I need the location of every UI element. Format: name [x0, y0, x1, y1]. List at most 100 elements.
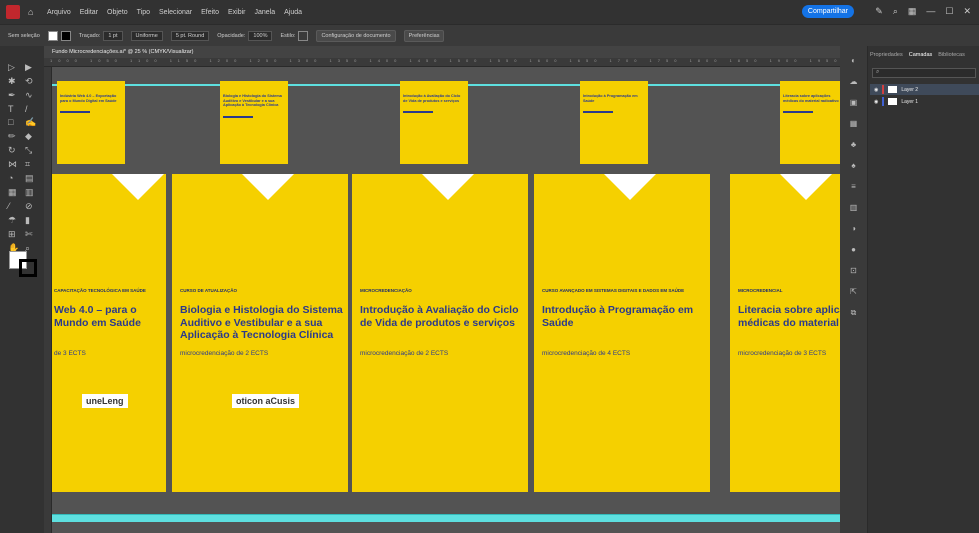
perspective-icon[interactable]: ▤	[25, 173, 37, 184]
menu-ajuda[interactable]: Ajuda	[284, 9, 302, 16]
partner-logo: oticon aCusis	[232, 394, 300, 408]
blend-icon[interactable]: ⊘	[25, 201, 37, 212]
visibility-icon[interactable]: ◉	[874, 87, 878, 93]
free-transform-icon[interactable]: ⌗	[25, 159, 37, 170]
poster-artboard[interactable]: MICROCREDENCIAL Literacia sobre aplicaçõ…	[730, 174, 840, 492]
stroke-color-icon[interactable]	[19, 259, 37, 277]
eraser-icon[interactable]: ◆	[25, 131, 37, 142]
small-artboard[interactable]: Literacia sobre aplicações médicas do ma…	[780, 81, 840, 164]
layer-color-bar	[882, 97, 885, 106]
stroke-swatch[interactable]	[60, 30, 71, 41]
rectangle-tool-icon[interactable]: □	[8, 117, 20, 128]
gradient-icon[interactable]: ▥	[25, 187, 37, 198]
poster-artboard[interactable]: CURSO AVANÇADO EM SISTEMAS DIGITAIS E DA…	[534, 174, 710, 492]
graph-icon[interactable]: ▮	[25, 215, 37, 226]
layer-row[interactable]: ◉ Layer 2	[870, 84, 979, 95]
brush-definition[interactable]: 5 pt. Round	[170, 30, 210, 41]
layer-row[interactable]: ◉ Layer 1	[870, 96, 979, 107]
paintbrush-icon[interactable]: ✍	[25, 117, 37, 128]
poster-category: CURSO AVANÇADO EM SISTEMAS DIGITAIS E DA…	[542, 288, 685, 293]
menu-exibir[interactable]: Exibir	[228, 9, 246, 16]
menu-objeto[interactable]: Objeto	[107, 9, 128, 16]
maximize-icon[interactable]: ☐	[945, 6, 953, 17]
color-icon[interactable]: ▣	[850, 98, 858, 107]
links-icon[interactable]: ⧉	[851, 308, 857, 318]
gradient-panel-icon[interactable]: ▥	[850, 203, 858, 212]
width-tool-icon[interactable]: ⋈	[8, 159, 20, 170]
share-button[interactable]: Compartilhar	[801, 5, 854, 18]
artboard-icon[interactable]: ⊞	[8, 229, 20, 240]
workspace-icon[interactable]: ▦	[908, 6, 917, 17]
rotate-icon[interactable]: ↻	[8, 145, 20, 156]
stroke-weight-field[interactable]: 1 pt	[103, 30, 123, 41]
close-icon[interactable]: ✕	[963, 6, 971, 17]
decor-triangle	[422, 174, 474, 200]
symbol-sprayer-icon[interactable]: ☂	[8, 215, 20, 226]
small-artboard[interactable]: Biologia e Histologia do Sistema Auditiv…	[220, 81, 288, 164]
mesh-icon[interactable]: ▦	[8, 187, 20, 198]
tab-layers[interactable]: Camadas	[909, 52, 933, 58]
swatches-icon[interactable]: ▦	[850, 119, 858, 128]
menu-editar[interactable]: Editar	[80, 9, 98, 16]
small-artboard[interactable]: Indústria Web 4.0 – Exportação para o Mu…	[57, 81, 125, 164]
poster-artboard[interactable]: CAPACITAÇÃO TECNOLÓGICA EM SAÚDE Web 4.0…	[52, 174, 166, 492]
fill-swatch[interactable]	[47, 30, 58, 41]
opacity-label: Opacidade:	[217, 32, 246, 39]
canvas[interactable]: Fundo Microcredenciações.ai* @ 25 % (CMY…	[44, 46, 840, 533]
layer-name[interactable]: Layer 1	[901, 99, 918, 105]
partner-logo: uneLeng	[82, 394, 128, 408]
scale-icon[interactable]: ⤡	[25, 145, 37, 156]
slice-icon[interactable]: ✄	[25, 229, 37, 240]
artboards-icon[interactable]: ⊡	[850, 266, 857, 275]
small-artboard[interactable]: Introdução à Avaliação do Ciclo de Vida …	[400, 81, 468, 164]
menu-selecionar[interactable]: Selecionar	[159, 9, 192, 16]
menu-janela[interactable]: Janela	[255, 9, 276, 16]
layer-name[interactable]: Layer 2	[901, 87, 918, 93]
decor-triangle	[112, 174, 164, 200]
variable-width-profile[interactable]: Uniforme	[130, 30, 163, 41]
brush-icon[interactable]: ✎	[875, 6, 883, 17]
selection-tool-icon[interactable]: ▷	[8, 62, 20, 73]
illustrator-logo[interactable]	[6, 5, 20, 19]
eyedropper-icon[interactable]: ⁄	[8, 201, 20, 212]
pencil-icon[interactable]: ✏	[8, 131, 20, 142]
style-swatch[interactable]	[298, 30, 309, 41]
menu-arquivo[interactable]: Arquivo	[47, 9, 71, 16]
decor-triangle	[242, 174, 294, 200]
tab-properties[interactable]: Propriedades	[870, 52, 903, 58]
preferences-button[interactable]: Preferências	[403, 29, 445, 42]
small-artboard-title: Literacia sobre aplicações médicas do ma…	[783, 94, 839, 103]
layer-search-input[interactable]: ⌕	[872, 68, 976, 78]
search-icon[interactable]: ⌕	[893, 6, 898, 17]
poster-artboard[interactable]: CURSO DE ATUALIZAÇÃO Biologia e Histolog…	[172, 174, 348, 492]
tab-libraries[interactable]: Bibliotecas	[938, 52, 965, 58]
curvature-icon[interactable]: ∿	[25, 90, 37, 101]
direct-selection-icon[interactable]: ▶	[25, 62, 37, 73]
home-icon[interactable]: ⌂	[28, 7, 38, 17]
symbols-icon[interactable]: ♠	[851, 161, 855, 170]
opacity-field[interactable]: 100%	[248, 30, 273, 41]
visibility-icon[interactable]: ◉	[874, 99, 878, 105]
menu-efeito[interactable]: Efeito	[201, 9, 219, 16]
brushes-icon[interactable]: ♣	[851, 140, 856, 149]
transparency-icon[interactable]: ◑	[851, 224, 856, 233]
guide-line[interactable]	[52, 514, 840, 522]
stroke-icon[interactable]: ≡	[851, 182, 856, 191]
minimize-icon[interactable]: —	[926, 6, 935, 17]
line-tool-icon[interactable]: /	[25, 104, 37, 114]
small-artboard-title: Introdução à Programação em Saúde	[583, 94, 638, 103]
menu-tipo[interactable]: Tipo	[137, 9, 150, 16]
type-tool-icon[interactable]: T	[8, 104, 20, 114]
libraries-icon[interactable]: ☁	[850, 77, 858, 86]
pen-tool-icon[interactable]: ✒	[8, 90, 20, 101]
shape-builder-icon[interactable]: ◔	[8, 173, 20, 184]
poster-artboard[interactable]: MICROCREDENCIAÇÃO Introdução à Avaliação…	[352, 174, 528, 492]
properties-icon[interactable]: ◐	[851, 56, 856, 65]
document-tab[interactable]: Fundo Microcredenciações.ai* @ 25 % (CMY…	[44, 46, 840, 58]
small-artboard[interactable]: Introdução à Programação em Saúde	[580, 81, 648, 164]
export-icon[interactable]: ⇱	[850, 287, 857, 296]
magic-wand-icon[interactable]: ✱	[8, 76, 20, 87]
appearance-icon[interactable]: ●	[851, 245, 856, 254]
lasso-icon[interactable]: ⟲	[25, 76, 37, 87]
document-setup-button[interactable]: Configuração de documento	[316, 29, 396, 42]
